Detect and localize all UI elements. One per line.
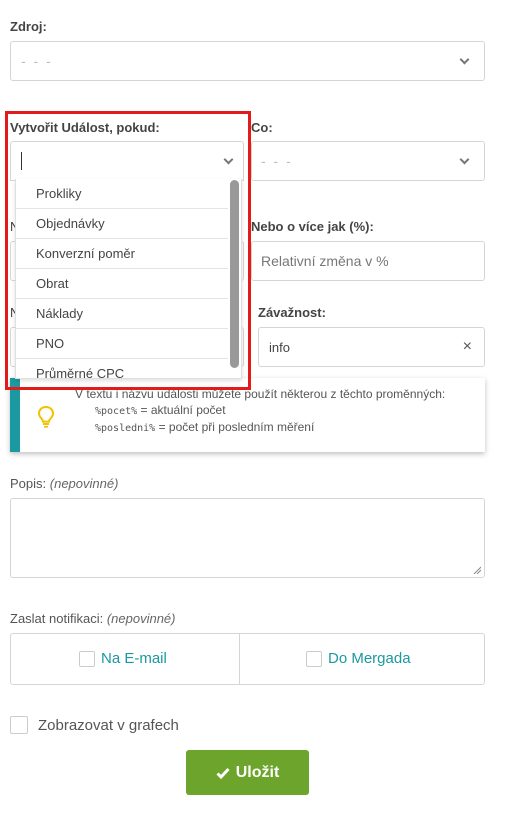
email-option-label[interactable]: Na E-mail — [101, 650, 167, 667]
mergada-checkbox[interactable] — [306, 650, 322, 667]
notify-mergada-option[interactable]: Do Mergada — [306, 650, 411, 667]
mergada-option-label[interactable]: Do Mergada — [328, 650, 411, 667]
save-button-label: Uložit — [235, 763, 280, 781]
chevron-down-icon — [459, 54, 470, 65]
email-checkbox[interactable] — [79, 650, 95, 667]
check-icon — [216, 767, 230, 779]
severity-value: info — [269, 340, 290, 355]
relative-change-placeholder: Relativní změna v % — [261, 253, 389, 269]
severity-select[interactable]: info × — [258, 327, 485, 367]
what-select[interactable]: - - - — [251, 141, 485, 181]
description-optional: (nepovinné) — [49, 476, 119, 491]
relative-change-input[interactable]: Relativní změna v % — [251, 241, 485, 281]
var-posledni-desc: = počet při posledním měření — [158, 420, 315, 434]
what-select-value: - - - — [261, 153, 293, 169]
divider — [239, 634, 240, 684]
info-var1-line: %pocet% = aktuální počet — [95, 403, 226, 417]
info-var2-line: %posledni% = počet při posledním měření — [95, 420, 314, 434]
description-label-text: Popis: — [10, 476, 47, 491]
highlight-box — [5, 111, 251, 390]
notification-label-text: Zaslat notifikaci: — [10, 611, 104, 626]
graphs-checkbox[interactable] — [10, 716, 28, 734]
source-select-value: - - - — [21, 53, 53, 69]
graphs-label: Zobrazovat v grafech — [38, 716, 179, 734]
notification-label: Zaslat notifikaci: (nepovinné) — [10, 611, 175, 626]
show-in-graphs-option[interactable]: Zobrazovat v grafech — [10, 716, 179, 734]
source-select[interactable]: - - - — [10, 41, 485, 81]
var-pocet: %pocet% — [95, 406, 138, 417]
var-posledni: %posledni% — [95, 423, 156, 434]
change-label: Nebo o více jak (%): — [251, 219, 374, 234]
chevron-down-icon — [459, 154, 470, 165]
description-label: Popis: (nepovinné) — [10, 476, 118, 491]
severity-label: Závažnost: — [258, 305, 326, 320]
resize-handle-icon[interactable] — [473, 566, 481, 574]
save-button[interactable]: Uložit — [186, 750, 309, 795]
what-label: Co: — [251, 120, 273, 135]
notification-options: Na E-mail Do Mergada — [10, 633, 485, 685]
description-textarea[interactable] — [10, 498, 485, 578]
clear-icon[interactable]: × — [463, 338, 472, 356]
notification-optional: (nepovinné) — [106, 611, 176, 626]
var-pocet-desc: = aktuální počet — [140, 403, 226, 417]
notify-email-option[interactable]: Na E-mail — [79, 650, 167, 667]
source-label: Zdroj: — [10, 19, 47, 34]
lightbulb-icon — [38, 406, 54, 428]
